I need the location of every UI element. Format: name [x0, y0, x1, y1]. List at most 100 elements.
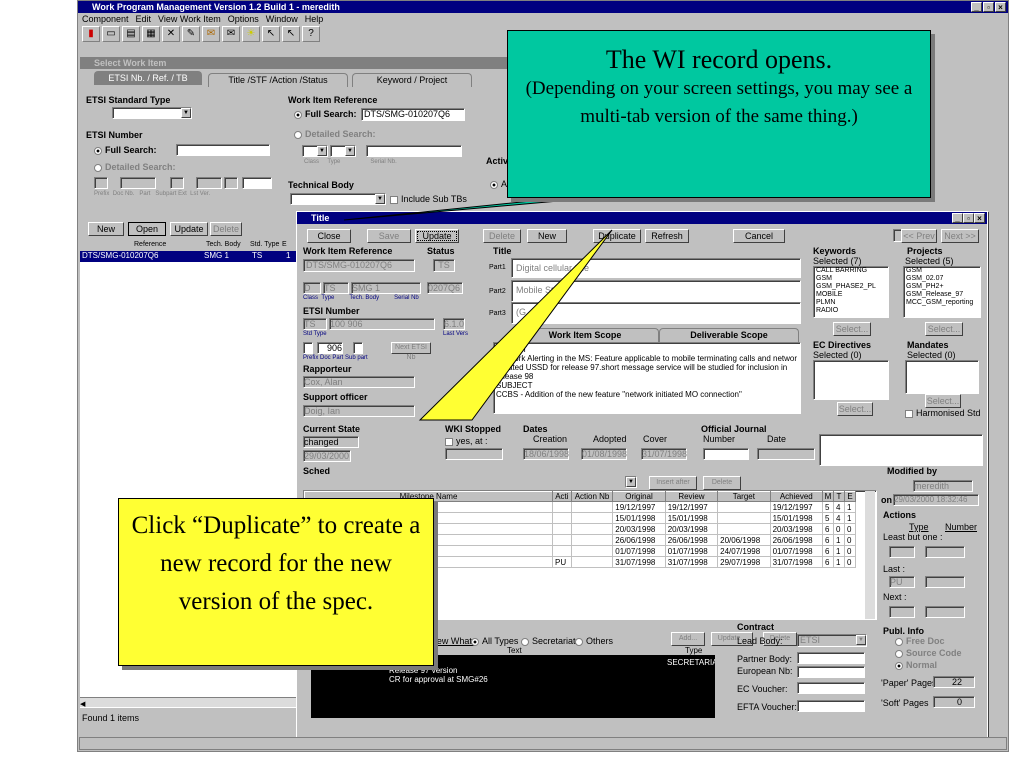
col-std-type[interactable]: Std. Type: [250, 241, 279, 248]
print-icon[interactable]: ✉: [202, 26, 220, 42]
tab-wi-scope[interactable]: Work Item Scope: [511, 328, 659, 342]
doc-nb-field[interactable]: [120, 177, 156, 189]
efta-field[interactable]: [797, 700, 865, 712]
insert-after-button[interactable]: Insert after: [649, 476, 697, 490]
save-button[interactable]: Save: [367, 229, 411, 243]
col-tech-body[interactable]: Tech. Body: [206, 241, 241, 248]
pj-item[interactable]: MCC_GSM_reporting: [906, 299, 980, 307]
close-button[interactable]: ×: [995, 2, 1006, 12]
tab-etsi-nb[interactable]: ETSI Nb. / Ref. / TB: [94, 71, 202, 85]
open-icon[interactable]: ▤: [122, 26, 140, 42]
part1-field[interactable]: Digital cellular tele: [511, 258, 801, 278]
p-prefix[interactable]: [303, 342, 313, 354]
col-action-nb[interactable]: Action Nb: [570, 491, 614, 502]
edit-icon[interactable]: ▦: [142, 26, 160, 42]
kw-select-button[interactable]: Select...: [833, 322, 871, 336]
sched-delete-button[interactable]: Delete: [703, 476, 741, 490]
ext-field[interactable]: [224, 177, 238, 189]
context-help-icon[interactable]: ↖: [282, 26, 300, 42]
pj-item[interactable]: GSM_02.07: [906, 275, 980, 283]
tools-icon[interactable]: ✎: [182, 26, 200, 42]
serial-field[interactable]: [366, 145, 462, 157]
chevron-down-icon[interactable]: ▼: [856, 635, 866, 645]
update-button[interactable]: Update: [415, 229, 459, 243]
kw-item[interactable]: GSM_PHASE2_PL: [816, 283, 888, 291]
cursor-icon[interactable]: ↖: [262, 26, 280, 42]
schedule-select[interactable]: ▼: [625, 476, 637, 488]
ec-voucher-field[interactable]: [797, 682, 865, 694]
menu-view-work-item[interactable]: View Work Item: [158, 14, 221, 24]
col-acti[interactable]: Acti: [552, 491, 572, 502]
body-select[interactable]: SMG 1: [351, 282, 421, 294]
wi-full-search-radio[interactable]: Full Search:: [294, 109, 357, 119]
full-search-radio[interactable]: Full Search:: [94, 145, 157, 155]
current-state-select[interactable]: changed: [303, 436, 359, 448]
chevron-down-icon[interactable]: ▼: [345, 146, 355, 156]
menu-options[interactable]: Options: [228, 14, 259, 24]
notes-box[interactable]: [819, 434, 983, 466]
next-etsi-button[interactable]: Next ETSI Nb: [391, 342, 431, 361]
chevron-down-icon[interactable]: ▼: [375, 194, 385, 204]
yes-at-check[interactable]: yes, at :: [445, 436, 488, 446]
col-e[interactable]: E: [843, 491, 857, 502]
mand-select-button[interactable]: Select...: [925, 394, 961, 408]
lst-ver-field[interactable]: [242, 177, 272, 189]
class-field[interactable]: ▼: [302, 145, 328, 157]
journal-number[interactable]: [703, 448, 749, 460]
h-scrollbar[interactable]: ◀: [80, 697, 296, 708]
schedule-scrollbar[interactable]: [865, 491, 875, 619]
minimize-button[interactable]: _: [971, 2, 982, 12]
p-num[interactable]: 906: [317, 342, 343, 354]
exit-icon[interactable]: ▮: [82, 26, 100, 42]
update-button[interactable]: Update: [170, 222, 208, 236]
chevron-down-icon[interactable]: ▼: [626, 477, 636, 487]
duplicate-button[interactable]: Duplicate: [593, 229, 641, 243]
delete-button[interactable]: Delete: [210, 222, 242, 236]
new-icon[interactable]: ▭: [102, 26, 120, 42]
source-code-radio[interactable]: Source Code: [895, 648, 962, 658]
open-button[interactable]: Open: [128, 222, 166, 236]
view-close-button[interactable]: ×: [974, 213, 985, 223]
delete-button[interactable]: Delete: [483, 229, 521, 243]
menu-window[interactable]: Window: [266, 14, 298, 24]
part-field[interactable]: [170, 177, 184, 189]
all-types-radio[interactable]: All Types: [471, 636, 518, 646]
include-sub-tbs[interactable]: Include Sub TBs: [390, 194, 467, 204]
col-t[interactable]: T: [832, 491, 845, 502]
mandates-list[interactable]: [905, 360, 979, 394]
col-reference[interactable]: Reference: [134, 241, 166, 248]
menu-component[interactable]: Component: [82, 14, 129, 24]
ec-list[interactable]: [813, 360, 889, 400]
close-button[interactable]: Close: [307, 229, 351, 243]
support-field[interactable]: Doig, Ian: [303, 405, 415, 417]
col-m[interactable]: M: [821, 491, 834, 502]
menu-help[interactable]: Help: [305, 14, 324, 24]
pj-item[interactable]: GSM_Release_97: [906, 291, 980, 299]
class-select[interactable]: D: [303, 282, 321, 294]
lead-body-select[interactable]: ETSI ▼: [797, 634, 867, 647]
scope-text[interactable]: UBJECT Network Alerting in the MS: Featur…: [493, 342, 801, 414]
tech-body-select[interactable]: ▼: [290, 193, 386, 205]
tab-keyword[interactable]: Keyword / Project: [352, 73, 472, 87]
results-row[interactable]: DTS/SMG-010207Q6 SMG 1 TS 1: [80, 251, 310, 262]
refresh-button[interactable]: Refresh: [645, 229, 689, 243]
view-min-button[interactable]: _: [952, 213, 963, 223]
european-field[interactable]: [797, 666, 865, 678]
keywords-list[interactable]: CALL BARRING GSM GSM_PHASE2_PL MOBILE PLMN RA…: [813, 266, 889, 318]
help-icon[interactable]: ?: [302, 26, 320, 42]
tab-deliverable-scope[interactable]: Deliverable Scope: [659, 328, 799, 342]
col-target[interactable]: Target: [717, 491, 771, 502]
subpart-field[interactable]: [196, 177, 222, 189]
maximize-button[interactable]: ▫: [983, 2, 994, 12]
cancel-button[interactable]: Cancel: [733, 229, 785, 243]
delete-icon[interactable]: ✕: [162, 26, 180, 42]
etsi-full-search-input[interactable]: [176, 144, 270, 156]
pj-item[interactable]: GSM: [906, 267, 980, 275]
next-button[interactable]: Next >>: [941, 229, 979, 243]
kw-item[interactable]: GSM: [816, 275, 888, 283]
part3-field[interactable]: (G: [511, 302, 801, 324]
paper-pages-field[interactable]: 22: [933, 676, 975, 688]
projects-list[interactable]: GSM GSM_02.07 GSM_PH2+ GSM_Release_97 MCC_GS…: [903, 266, 981, 318]
view-max-button[interactable]: ▫: [963, 213, 974, 223]
free-doc-radio[interactable]: Free Doc: [895, 636, 945, 646]
